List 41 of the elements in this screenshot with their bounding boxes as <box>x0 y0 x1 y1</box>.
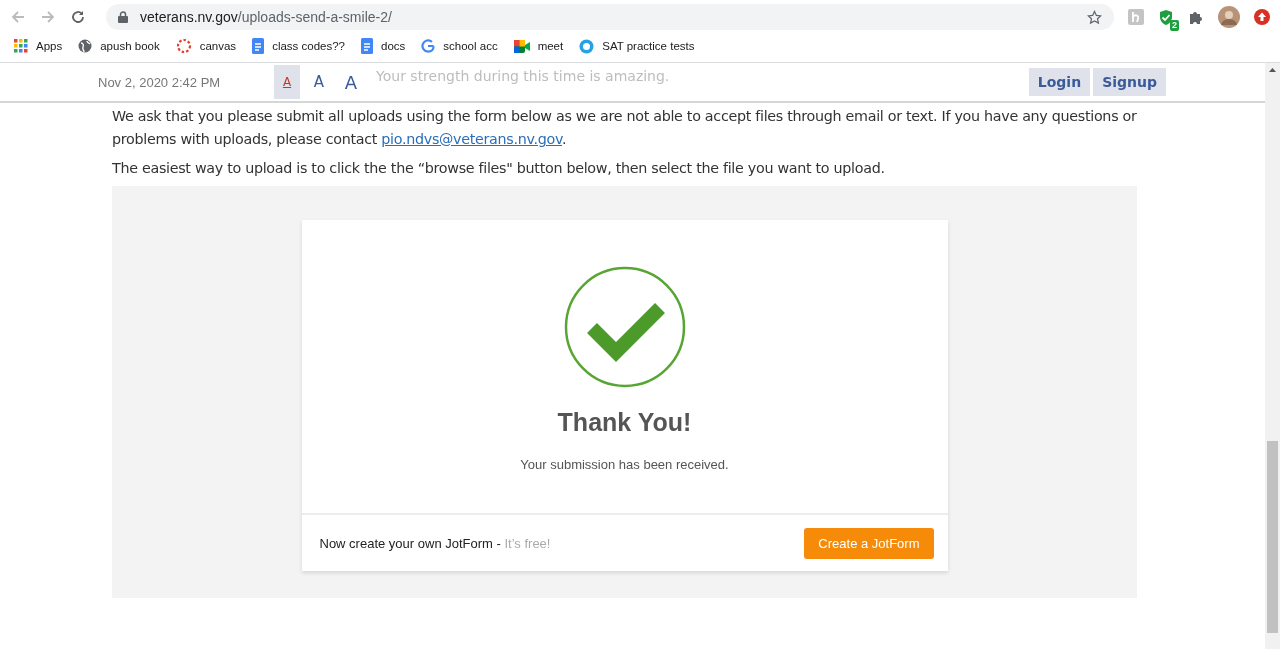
bookmark[interactable]: class codes?? <box>244 38 353 54</box>
checkmark-icon <box>563 266 686 388</box>
promo-text: Now create your own JotForm - It’s free! <box>319 535 551 551</box>
avatar[interactable] <box>1218 6 1240 28</box>
faded-text: Your strength during this time is amazing. <box>376 67 670 86</box>
bookmark[interactable]: school acc <box>413 39 506 53</box>
font-size-button[interactable]: A <box>338 65 364 99</box>
bookmark[interactable]: meet <box>505 39 572 53</box>
confirmation-message: Your submission has been received. <box>520 457 729 472</box>
reload-icon[interactable] <box>70 9 86 25</box>
apps-icon <box>14 39 28 53</box>
font-size-button[interactable]: A <box>274 65 300 99</box>
paragraph: The easiest way to upload is to click the the “browse files" button below, then select the file you want to upload. <box>112 159 886 178</box>
star-icon[interactable] <box>1087 9 1102 25</box>
url-text: veterans.nv.gov/uploads-send-a-smile-2/ <box>140 9 393 25</box>
lock-icon <box>118 11 128 23</box>
signup-button[interactable]: Signup <box>1093 68 1166 96</box>
puzzle-icon[interactable] <box>1188 9 1204 25</box>
scrollbar-thumb[interactable] <box>1267 441 1278 633</box>
document-icon <box>252 38 265 54</box>
video-camera-icon <box>513 39 530 53</box>
email-link[interactable]: pio.ndvs@veterans.nv.gov <box>381 131 562 147</box>
upload-icon[interactable] <box>1254 9 1270 25</box>
document-icon <box>361 38 373 54</box>
thank-you-title: Thank You! <box>557 408 692 437</box>
globe-icon <box>78 39 93 53</box>
circle-logo-icon <box>579 38 595 54</box>
bookmark[interactable]: SAT practice tests <box>571 38 703 54</box>
bookmark[interactable]: Apps <box>6 39 71 53</box>
paragraph: We ask that you please submit all uploads using the form below as we are not able to accept files through email or text. If you have any questions or problems with uploads, please contact pio.ndvs@veterans.nv.gov. <box>112 107 1137 149</box>
dotted-ring-icon <box>175 38 192 54</box>
address-bar[interactable]: veterans.nv.gov/uploads-send-a-smile-2/ <box>106 4 1114 30</box>
date-time: Nov 2, 2020 2:42 PM <box>98 74 222 90</box>
bookmark[interactable]: apush book <box>70 39 168 53</box>
login-button[interactable]: Login <box>1028 68 1091 96</box>
bookmark[interactable]: canvas <box>167 38 245 54</box>
google-icon <box>421 39 436 53</box>
bookmark[interactable]: docs <box>353 38 414 54</box>
font-size-button[interactable]: A <box>306 65 332 99</box>
extension-badge: 2 <box>1170 19 1179 31</box>
shield-check-icon[interactable] <box>1158 8 1174 26</box>
